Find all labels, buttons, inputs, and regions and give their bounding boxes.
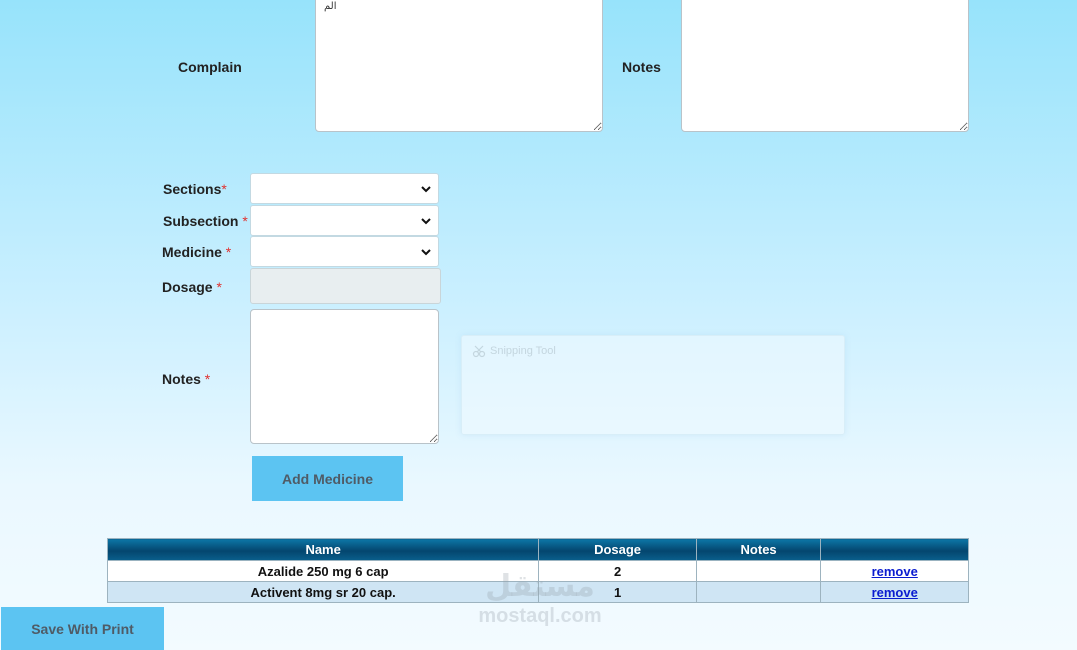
watermark-arabic: مستقل (485, 569, 595, 604)
chevron-down-icon (421, 249, 431, 256)
notes-form-label: Notes * (162, 371, 210, 387)
action-cell: remove (820, 581, 969, 603)
sections-label: Sections* (163, 181, 227, 197)
chevron-down-icon (421, 186, 431, 193)
column-header-notes: Notes (695, 538, 822, 561)
remove-link[interactable]: remove (872, 585, 918, 600)
medicine-label-text: Medicine (162, 244, 222, 260)
remove-link[interactable]: remove (872, 564, 918, 579)
column-header-dosage: Dosage (538, 538, 697, 561)
medicine-select[interactable] (250, 236, 439, 267)
notes-cell (695, 560, 822, 582)
notes-top-label: Notes (622, 59, 661, 75)
dosage-label: Dosage * (162, 279, 222, 295)
notes-cell (695, 581, 822, 603)
required-mark: * (216, 279, 222, 295)
dosage-label-text: Dosage (162, 279, 213, 295)
required-mark: * (204, 371, 211, 387)
save-with-print-button[interactable]: Save With Print (1, 607, 164, 650)
column-header-actions (820, 538, 969, 561)
snipping-tool-overlay: Snipping Tool (461, 335, 845, 435)
snipping-tool-title: Snipping Tool (490, 345, 556, 357)
required-mark: * (242, 213, 248, 229)
required-mark: * (221, 181, 227, 197)
medicine-label: Medicine * (162, 244, 231, 260)
action-cell: remove (820, 560, 969, 582)
table-header-row: Name Dosage Notes (106, 538, 969, 561)
subsection-label-text: Subsection (163, 213, 239, 229)
scissors-icon (472, 345, 486, 358)
subsection-select[interactable] (250, 205, 439, 236)
sections-label-text: Sections (163, 181, 222, 197)
watermark-latin: mostaql.com (478, 605, 602, 627)
complain-label: Complain (178, 59, 242, 75)
notes-top-textarea[interactable] (681, 0, 969, 132)
watermark: مستقل mostaql.com (470, 570, 610, 640)
column-header-name: Name (106, 538, 540, 561)
complain-textarea[interactable] (315, 0, 603, 132)
notes-form-textarea[interactable] (250, 309, 439, 444)
subsection-label: Subsection * (163, 213, 248, 229)
add-medicine-button[interactable]: Add Medicine (252, 456, 403, 501)
required-mark: * (225, 244, 232, 260)
dosage-input[interactable] (250, 268, 441, 304)
sections-select[interactable] (250, 173, 439, 204)
notes-form-label-text: Notes (162, 371, 201, 387)
chevron-down-icon (421, 218, 431, 225)
